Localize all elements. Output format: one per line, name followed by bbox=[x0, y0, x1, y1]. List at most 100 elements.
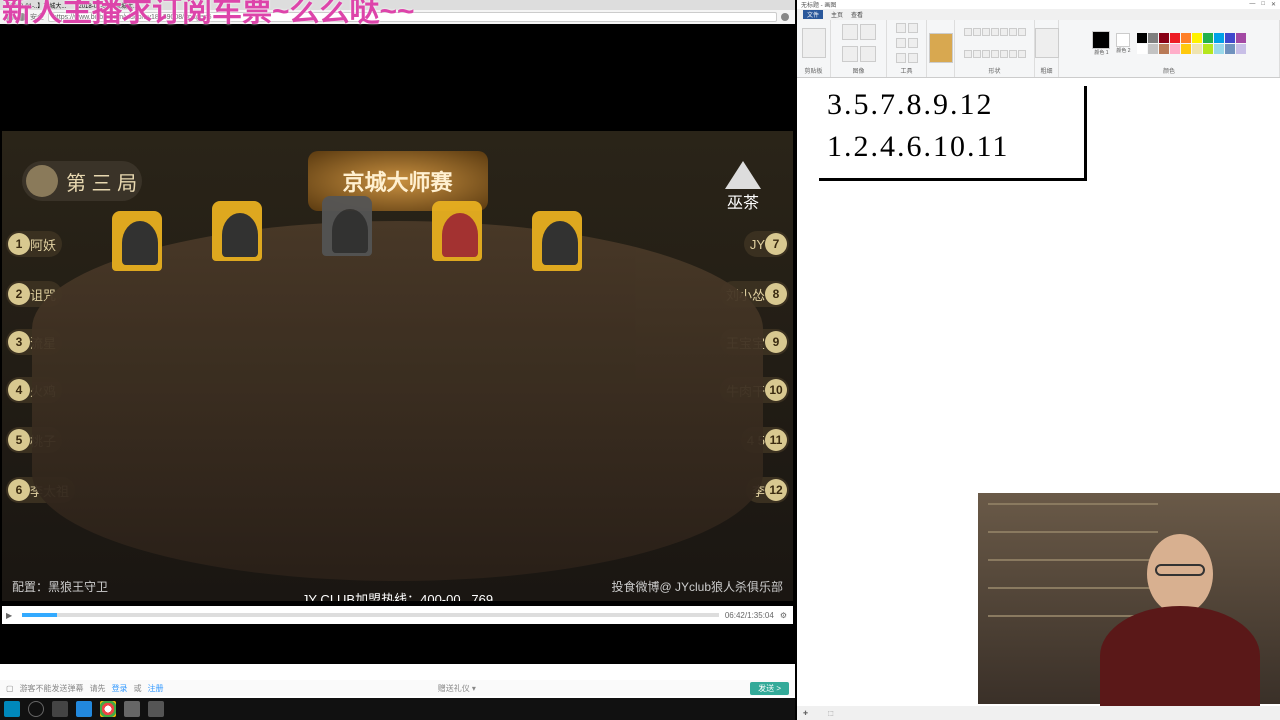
edge-icon[interactable] bbox=[76, 701, 92, 717]
color-swatch[interactable] bbox=[1236, 33, 1246, 43]
color-swatch[interactable] bbox=[1214, 33, 1224, 43]
color2-swatch[interactable] bbox=[1116, 33, 1130, 47]
player-num: 11 bbox=[765, 429, 787, 451]
crop-button[interactable] bbox=[860, 24, 876, 40]
text-tool[interactable] bbox=[896, 38, 906, 48]
size-button[interactable] bbox=[1035, 28, 1059, 58]
hotline-text: JY CLUB加盟热线：400-00...769 bbox=[302, 589, 493, 601]
person bbox=[542, 221, 578, 265]
color-swatch[interactable] bbox=[1137, 44, 1147, 54]
tab-file[interactable]: 文件 bbox=[803, 10, 823, 19]
settings-icon[interactable]: ⚙ bbox=[774, 611, 793, 620]
color-swatch[interactable] bbox=[1159, 33, 1169, 43]
shape[interactable] bbox=[1009, 28, 1017, 36]
maximize-icon[interactable]: □ bbox=[1261, 1, 1265, 8]
or-text: 或 bbox=[134, 683, 142, 694]
color-swatch[interactable] bbox=[1192, 44, 1202, 54]
video-player[interactable]: 第 三 局 京城大师赛 巫茶 1阿妖 2诅咒 3流星 4火鸡 5桃子 6李太祖 … bbox=[0, 24, 795, 664]
chrome-icon[interactable] bbox=[100, 701, 116, 717]
paste-button[interactable] bbox=[802, 28, 826, 58]
tab-home[interactable]: 主页 bbox=[831, 10, 843, 19]
shape[interactable] bbox=[1018, 50, 1026, 58]
color1-label: 颜色 1 bbox=[1094, 49, 1108, 56]
shape[interactable] bbox=[991, 28, 999, 36]
color-swatch[interactable] bbox=[1170, 33, 1180, 43]
shape[interactable] bbox=[991, 50, 999, 58]
status-size: ⬚ bbox=[828, 710, 834, 717]
picker-tool[interactable] bbox=[896, 53, 906, 63]
shape[interactable] bbox=[964, 28, 972, 36]
color-swatch[interactable] bbox=[1203, 33, 1213, 43]
shape[interactable] bbox=[982, 28, 990, 36]
color-swatch[interactable] bbox=[1148, 44, 1158, 54]
color-palette bbox=[1137, 33, 1246, 54]
danmaku-toggle[interactable]: ▢ bbox=[6, 684, 14, 693]
shape[interactable] bbox=[1000, 28, 1008, 36]
streamer-figure bbox=[1100, 534, 1260, 704]
shape[interactable] bbox=[982, 50, 990, 58]
shape[interactable] bbox=[973, 50, 981, 58]
ribbon-image: 图像 bbox=[831, 20, 887, 77]
resize-button[interactable] bbox=[842, 46, 858, 62]
ribbon-clipboard: 剪贴板 bbox=[797, 20, 831, 77]
color-swatch[interactable] bbox=[1236, 44, 1246, 54]
color-swatch[interactable] bbox=[1159, 44, 1169, 54]
tab-view[interactable]: 查看 bbox=[851, 10, 863, 19]
fill-tool[interactable] bbox=[908, 23, 918, 33]
brush-button[interactable] bbox=[929, 33, 953, 63]
play-button[interactable]: ▶ bbox=[2, 611, 16, 620]
shape[interactable] bbox=[1000, 50, 1008, 58]
progress-bar[interactable] bbox=[22, 613, 719, 617]
handwriting-line1: 3.5.7.8.9.12 bbox=[827, 88, 994, 122]
round-icon bbox=[26, 165, 58, 197]
hat-icon bbox=[725, 161, 761, 189]
ribbon: 剪贴板 图像 工具 形状 bbox=[797, 20, 1280, 78]
shape[interactable] bbox=[964, 50, 972, 58]
color-swatch[interactable] bbox=[1203, 44, 1213, 54]
color-swatch[interactable] bbox=[1137, 33, 1147, 43]
menu-icon[interactable] bbox=[781, 13, 789, 21]
close-icon[interactable]: ✕ bbox=[1271, 1, 1276, 8]
sponsor-text: 巫茶 bbox=[713, 189, 773, 213]
taskbar bbox=[0, 698, 795, 720]
login-link[interactable]: 登录 bbox=[112, 683, 128, 694]
config-text: 配置：黑狼王守卫 bbox=[12, 578, 108, 595]
person bbox=[442, 213, 478, 257]
color-swatch[interactable] bbox=[1170, 44, 1180, 54]
start-button[interactable] bbox=[4, 701, 20, 717]
paint-canvas[interactable]: 3.5.7.8.9.12 1.2.4.6.10.11 bbox=[797, 78, 1280, 508]
color1-swatch[interactable] bbox=[1092, 31, 1110, 49]
zoom-tool[interactable] bbox=[908, 53, 918, 63]
player-num: 10 bbox=[765, 379, 787, 401]
group-label: 工具 bbox=[900, 66, 912, 75]
eraser-tool[interactable] bbox=[908, 38, 918, 48]
color-swatch[interactable] bbox=[1225, 44, 1235, 54]
browser-window: 【2018-01-..】京城大... 【2018-01-09】京城大... 安全… bbox=[0, 0, 795, 720]
person bbox=[222, 213, 258, 257]
color-swatch[interactable] bbox=[1181, 33, 1191, 43]
cortana-icon[interactable] bbox=[28, 701, 44, 717]
color-swatch[interactable] bbox=[1225, 33, 1235, 43]
send-button[interactable]: 发送 > bbox=[750, 682, 789, 695]
status-pos: ✚ bbox=[803, 710, 808, 717]
app-icon[interactable] bbox=[148, 701, 164, 717]
color-swatch[interactable] bbox=[1192, 33, 1202, 43]
minimize-icon[interactable]: — bbox=[1249, 1, 1255, 8]
register-link[interactable]: 注册 bbox=[148, 683, 164, 694]
select-button[interactable] bbox=[842, 24, 858, 40]
ribbon-brush bbox=[927, 20, 955, 77]
task-view-icon[interactable] bbox=[52, 701, 68, 717]
shape[interactable] bbox=[973, 28, 981, 36]
shape[interactable] bbox=[1009, 50, 1017, 58]
color-swatch[interactable] bbox=[1214, 44, 1224, 54]
color-swatch[interactable] bbox=[1181, 44, 1191, 54]
obs-icon[interactable] bbox=[124, 701, 140, 717]
video-controls: ▶ 06:42 / 1:35:04 ⚙ bbox=[2, 606, 793, 624]
color-swatch[interactable] bbox=[1148, 33, 1158, 43]
gift-dropdown[interactable]: 赠送礼仪 ▾ bbox=[438, 683, 476, 694]
pencil-tool[interactable] bbox=[896, 23, 906, 33]
webcam-overlay bbox=[978, 493, 1280, 704]
rotate-button[interactable] bbox=[860, 46, 876, 62]
shape[interactable] bbox=[1018, 28, 1026, 36]
player-tag: 7JY bbox=[744, 231, 789, 257]
